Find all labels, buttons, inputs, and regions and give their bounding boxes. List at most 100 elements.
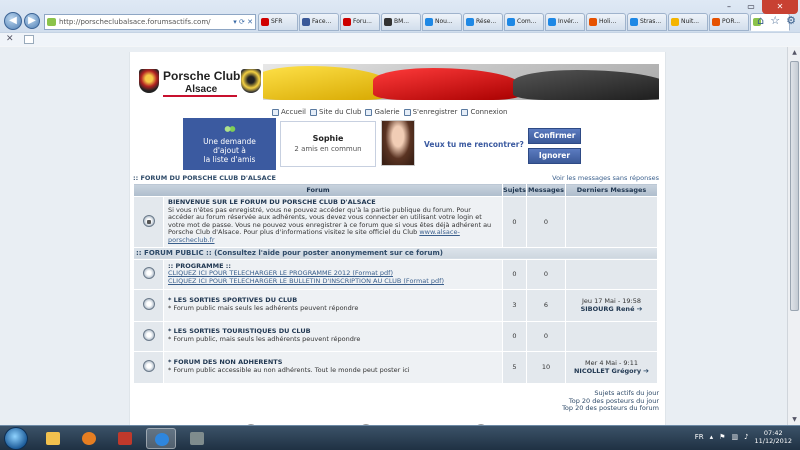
friend-card[interactable]: Sophie 2 amis en commun [280,121,376,167]
forum-heading: :: FORUM DU PORSCHE CLUB D'ALSACE [133,174,276,182]
tab-label: Com... [517,18,537,25]
browser-tab[interactable]: Stras... [627,13,667,31]
favorites-star-icon[interactable]: ☆ [770,14,780,27]
network-icon[interactable]: ▥ [731,433,738,441]
no-reply-link[interactable]: Voir les messages sans réponses [552,174,659,182]
goto-last-post-icon[interactable]: ➔ [643,367,649,375]
start-button[interactable] [4,427,28,450]
volume-icon[interactable]: ♪ [744,433,748,441]
page-icon[interactable] [24,35,34,44]
browser-tab[interactable]: Holi... [586,13,626,31]
nav-link-label: S'enregistrer [412,108,458,116]
scroll-up-icon[interactable]: ▲ [790,49,799,56]
banner-car-dark [513,70,659,100]
browser-tab[interactable]: Nuit... [668,13,708,31]
taskbar-internet-explorer[interactable] [146,428,176,449]
flag-icon[interactable]: ⚑ [719,433,725,441]
messages-count: 6 [526,288,566,322]
last-user[interactable]: SIBOURG René [581,305,635,313]
top20-forum-link[interactable]: Top 20 des posteurs du forum [562,405,659,413]
tab-label: Nou... [435,18,453,25]
nav-link[interactable]: Accueil [272,108,306,116]
sportives-desc: * Forum public mais seuls les adhérents … [168,304,359,313]
tab-favicon-icon [712,18,720,26]
tab-favicon-icon [466,18,474,26]
bottom-links: Sujets actifs du jour Top 20 des posteur… [562,389,659,413]
tab-label: Rése... [476,18,497,25]
browser-tab[interactable]: Com... [504,13,544,31]
nav-link[interactable]: Galerie [365,108,400,116]
refresh-icon[interactable]: ▾ ⟳ ✕ [233,15,253,29]
forum-read-icon [142,329,155,342]
logo-line1: Porsche Club [163,69,241,83]
forward-button[interactable]: ▶ [24,13,40,29]
nav-link-icon [365,108,373,116]
taskbar-tool[interactable] [182,428,212,449]
nav-link[interactable]: Site du Club [310,108,361,116]
topics-count: 0 [502,258,527,290]
topics-count: 3 [502,288,527,322]
tab-favicon-icon [343,18,351,26]
touristiques-desc: * Forum public, mais seuls les adhérents… [168,335,361,344]
vertical-scrollbar[interactable]: ▲ ▼ [787,47,800,425]
tab-label: SFR [271,18,283,25]
scroll-thumb[interactable] [790,61,799,311]
nav-link-label: Accueil [281,108,306,116]
club-logo[interactable]: Porsche Club Alsace [137,62,265,102]
minimize-button[interactable]: – [718,0,740,14]
forum-info: :: PROGRAMME :: CLIQUEZ ICI POUR TELECHA… [163,258,503,290]
category-public[interactable]: :: FORUM PUBLIC :: (Consultez l'aide pou… [133,246,658,260]
alsace-crest-icon [241,69,261,93]
nav-link-icon [403,108,411,116]
last-user[interactable]: NICOLLET Grégory [574,367,641,375]
logo-underline [163,95,237,97]
forum-table: Forum Sujets Messages Derniers Messages … [133,183,658,384]
site-favicon-icon [47,18,56,26]
logo-line2: Alsace [185,84,218,95]
table-row: * LES SORTIES SPORTIVES DU CLUB * Forum … [133,288,658,322]
home-icon[interactable]: ⌂ [757,14,764,27]
command-bar: ✕ [0,32,800,46]
settings-gear-icon[interactable]: ⚙ [786,14,796,27]
tab-favicon-icon [425,18,433,26]
confirm-button[interactable]: Confirmer [528,128,581,144]
system-tray: FR ▴ ⚑ ▥ ♪ 07:42 11/12/2012 [695,429,792,445]
forum-info: * LES SORTIES SPORTIVES DU CLUB * Forum … [163,288,503,322]
language-indicator[interactable]: FR [695,433,704,441]
last-date: Jeu 17 Mai - 19:58 [581,297,642,306]
browser-tab[interactable]: Face... [299,13,339,31]
back-button[interactable]: ◀ [4,12,22,30]
browser-tab[interactable]: POR... [709,13,749,31]
taskbar-app[interactable] [110,428,140,449]
col-last: Derniers Messages [565,183,658,197]
browser-tab[interactable]: Invér... [545,13,585,31]
clock[interactable]: 07:42 11/12/2012 [755,429,792,445]
tab-favicon-icon [671,18,679,26]
taskbar-explorer[interactable] [38,428,68,449]
browser-tab[interactable]: Foru... [340,13,380,31]
nav-link[interactable]: Connexion [461,108,507,116]
forum-read-icon [142,298,155,311]
forum-icon-cell [133,258,164,290]
browser-tab[interactable]: Nou... [422,13,462,31]
browser-tab[interactable]: Rése... [463,13,503,31]
close-window-button[interactable]: ✕ [762,0,798,14]
address-bar[interactable]: http://porscheclubalsace.forumsactifs.co… [44,14,256,30]
taskbar-media-player[interactable] [74,428,104,449]
friend-photo[interactable] [381,120,415,166]
nav-link-label: Galerie [374,108,400,116]
friend-request-line3: la liste d'amis [203,155,256,164]
ignore-button[interactable]: Ignorer [528,148,581,164]
goto-last-post-icon[interactable]: ➔ [637,305,643,313]
inscription-link[interactable]: CLIQUEZ ICI POUR TELECHARGER LE BULLETIN… [168,277,498,286]
browser-tab[interactable]: SFR [258,13,298,31]
maximize-button[interactable]: ▭ [740,0,762,14]
nav-link[interactable]: S'enregistrer [403,108,458,116]
last-message [565,258,658,290]
forum-info: BIENVENUE SUR LE FORUM DU PORSCHE CLUB D… [163,196,503,248]
tray-arrow-icon[interactable]: ▴ [710,433,714,441]
tab-label: Nuit... [681,18,700,25]
close-bar-icon[interactable]: ✕ [6,34,14,44]
scroll-down-icon[interactable]: ▼ [790,416,799,423]
browser-tab[interactable]: BM... [381,13,421,31]
